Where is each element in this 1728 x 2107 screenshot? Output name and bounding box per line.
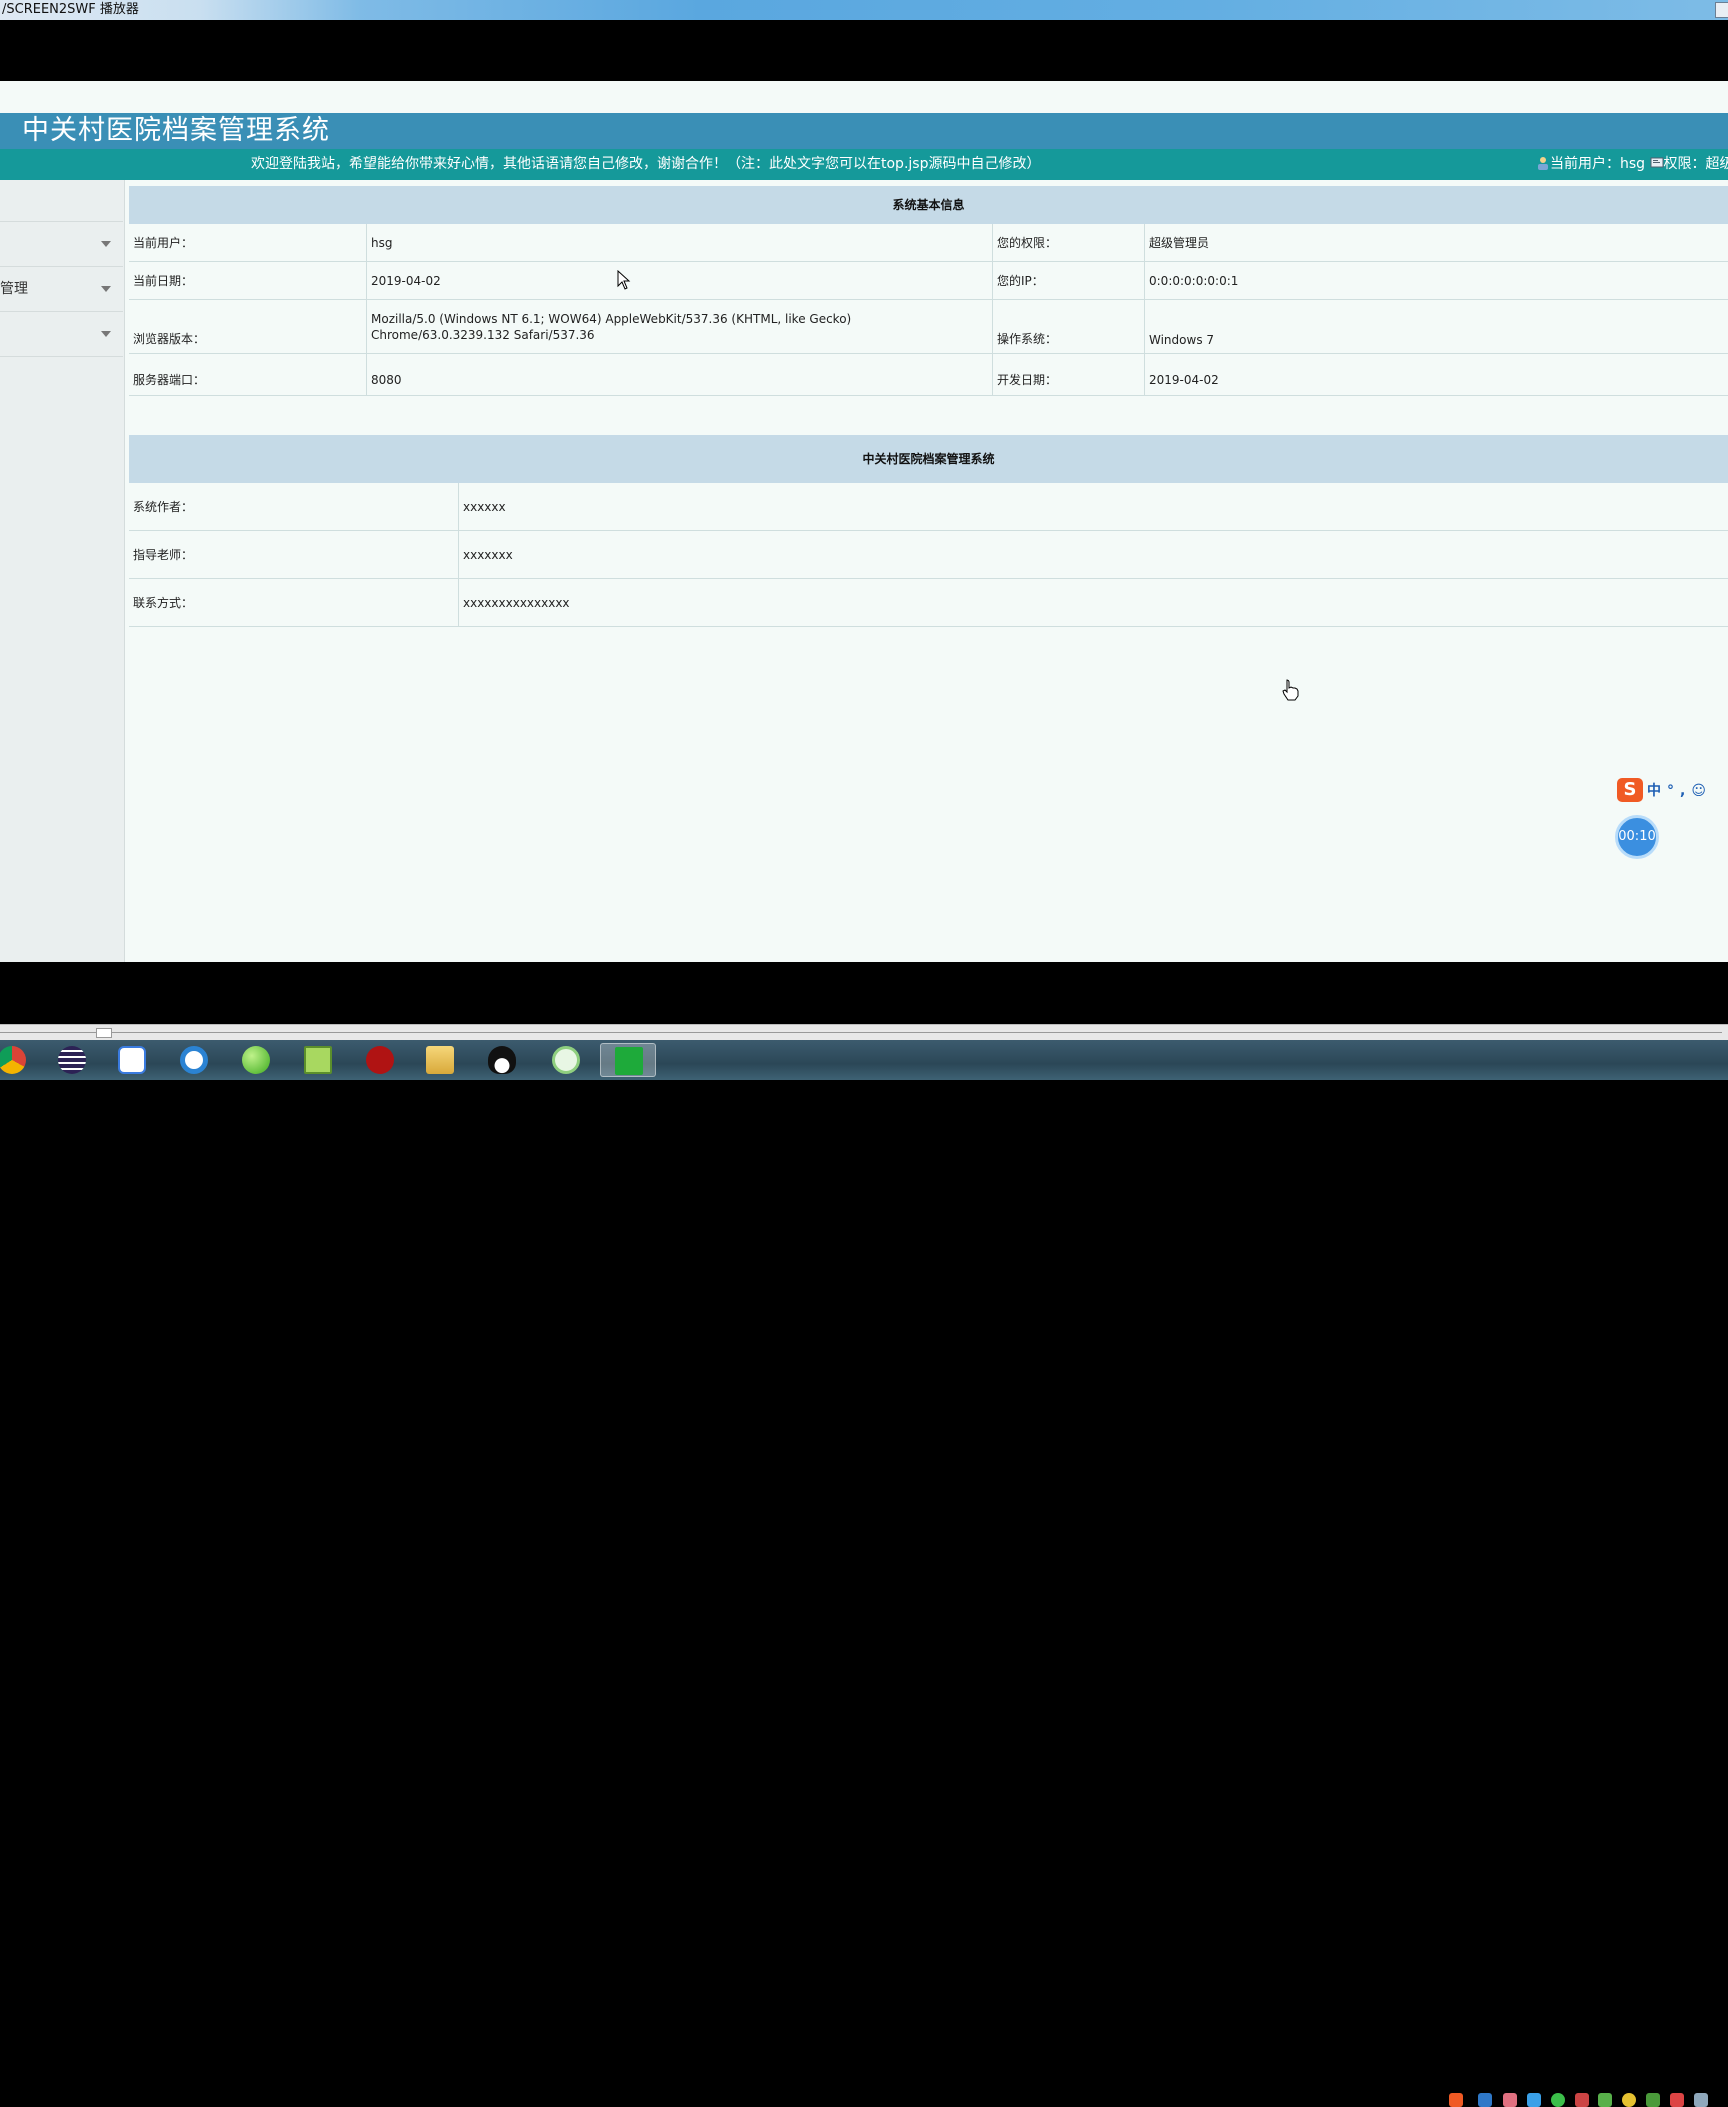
system-info-table: 系统基本信息 当前用户： hsg 您的权限： 超级管理员 当前日期： 2019-… (129, 186, 1728, 398)
qq-tray-icon[interactable] (1622, 2093, 1636, 2107)
label-current-user: 当前用户： (129, 224, 367, 262)
value-author: xxxxxx (459, 483, 1728, 531)
scrollbar-thumb[interactable] (96, 1028, 112, 1038)
file-explorer-icon (426, 1046, 454, 1074)
value-dev-date: 2019-04-02 (1145, 354, 1728, 396)
header-banner: 中关村医院档案管理系统 (0, 113, 1728, 149)
label-ip: 您的IP： (993, 262, 1145, 300)
taskbar-eclipse[interactable] (44, 1043, 100, 1077)
sidebar-item-management[interactable]: 管理 (0, 267, 123, 312)
taskbar-chrome[interactable] (0, 1043, 40, 1077)
chevron-down-icon (101, 331, 111, 337)
sidebar-item-1[interactable] (0, 222, 123, 267)
chevron-down-icon (101, 286, 111, 292)
taskbar (0, 1040, 1728, 2107)
permission-text: 权限：超级 (1663, 156, 1728, 172)
wechat-icon (552, 1046, 580, 1074)
leaf-app-icon (242, 1046, 270, 1074)
taskbar-leaf-app[interactable] (228, 1043, 284, 1077)
label-browser: 浏览器版本： (129, 300, 367, 354)
recording-timer[interactable]: 00:10 (1615, 815, 1659, 859)
user-icon (1536, 151, 1550, 170)
value-contact: xxxxxxxxxxxxxxx (459, 579, 1728, 627)
hand-cursor-icon (1282, 679, 1300, 705)
eclipse-icon (58, 1046, 86, 1074)
label-author: 系统作者： (129, 483, 459, 531)
about-table: 中关村医院档案管理系统 系统作者： xxxxxx 指导老师： xxxxxxx 联… (129, 435, 1728, 631)
chevron-down-icon (101, 241, 111, 247)
tray-app-icon[interactable] (1503, 2093, 1517, 2107)
current-user-text: 当前用户：hsg (1550, 156, 1646, 172)
mute-icon[interactable] (1670, 2093, 1684, 2107)
label-contact: 联系方式： (129, 579, 459, 627)
qq-icon (488, 1046, 516, 1074)
permission-icon (1650, 151, 1664, 168)
screen2swf-icon (615, 1047, 643, 1075)
taskbar-screen2swf[interactable] (600, 1043, 656, 1077)
gpu-icon[interactable] (1646, 2093, 1660, 2107)
taskbar-notepad[interactable] (290, 1043, 346, 1077)
sidebar-header (0, 180, 123, 222)
sidebar-item-3[interactable] (0, 312, 123, 357)
value-advisor: xxxxxxx (459, 531, 1728, 579)
sogou-ime-icon[interactable]: S (1617, 778, 1643, 802)
taskbar-wechat[interactable] (538, 1043, 594, 1077)
welcome-text: 欢迎登陆我站，希望能给你带来好心情，其他话语请您自己修改，谢谢合作！（注：此处文… (251, 156, 1041, 172)
value-os: Windows 7 (1145, 300, 1728, 354)
label-dev-date: 开发日期： (993, 354, 1145, 396)
ime-toolbar[interactable]: S 中°,☺ (1617, 776, 1728, 806)
baidu-netdisk-icon (118, 1046, 146, 1074)
system-info-title: 系统基本信息 (129, 186, 1728, 224)
sidebar-item-label: 管理 (0, 281, 28, 297)
player-scrollbar[interactable] (0, 1024, 1728, 1041)
ime-status-text[interactable]: 中°,☺ (1647, 780, 1712, 800)
value-server-port: 8080 (367, 354, 993, 396)
user-info: 当前用户：hsg 权限：超级 (1536, 149, 1728, 180)
window-title: /SCREEN2SWF 播放器 (2, 2, 139, 17)
label-os: 操作系统： (993, 300, 1145, 354)
window-control-button[interactable] (1715, 2, 1728, 18)
taskbar-baidu-netdisk[interactable] (104, 1043, 160, 1077)
value-current-user: hsg (367, 224, 993, 262)
label-permission: 您的权限： (993, 224, 1145, 262)
taskbar-qq[interactable] (474, 1043, 530, 1077)
chrome-icon (0, 1046, 26, 1074)
value-permission: 超级管理员 (1145, 224, 1728, 262)
flash-icon (366, 1046, 394, 1074)
volume-icon[interactable] (1575, 2093, 1589, 2107)
system-title: 中关村医院档案管理系统 (22, 115, 330, 146)
value-ip: 0:0:0:0:0:0:0:1 (1145, 262, 1728, 300)
taskbar-file-explorer[interactable] (412, 1043, 468, 1077)
tray-app-icon[interactable] (1478, 2093, 1492, 2107)
scrollbar-track (0, 1032, 1722, 1033)
sogou-tray-icon[interactable] (1449, 2093, 1463, 2107)
network-icon[interactable] (1598, 2093, 1612, 2107)
action-center-icon[interactable] (1694, 2093, 1708, 2107)
shield-icon[interactable] (1527, 2093, 1541, 2107)
taskbar-flash[interactable] (352, 1043, 408, 1077)
about-title: 中关村医院档案管理系统 (129, 435, 1728, 483)
notepad-icon (304, 1046, 332, 1074)
label-server-port: 服务器端口： (129, 354, 367, 396)
letterbox-bottom (0, 962, 1728, 1024)
arrow-cursor-icon (617, 269, 631, 294)
wechat-tray-icon[interactable] (1551, 2093, 1565, 2107)
value-browser: Mozilla/5.0 (Windows NT 6.1; WOW64) Appl… (367, 300, 993, 354)
letterbox-top (0, 20, 1728, 81)
taskbar-browser[interactable] (166, 1043, 222, 1077)
label-current-date: 当前日期： (129, 262, 367, 300)
web-page: 中关村医院档案管理系统 欢迎登陆我站，希望能给你带来好心情，其他话语请您自己修改… (0, 81, 1728, 962)
label-advisor: 指导老师： (129, 531, 459, 579)
browser-icon (180, 1046, 208, 1074)
window-title-bar[interactable]: /SCREEN2SWF 播放器 (0, 0, 1728, 20)
value-current-date: 2019-04-02 (367, 262, 993, 300)
sidebar: 管理 (0, 180, 125, 962)
welcome-bar: 欢迎登陆我站，希望能给你带来好心情，其他话语请您自己修改，谢谢合作！（注：此处文… (0, 149, 1728, 180)
